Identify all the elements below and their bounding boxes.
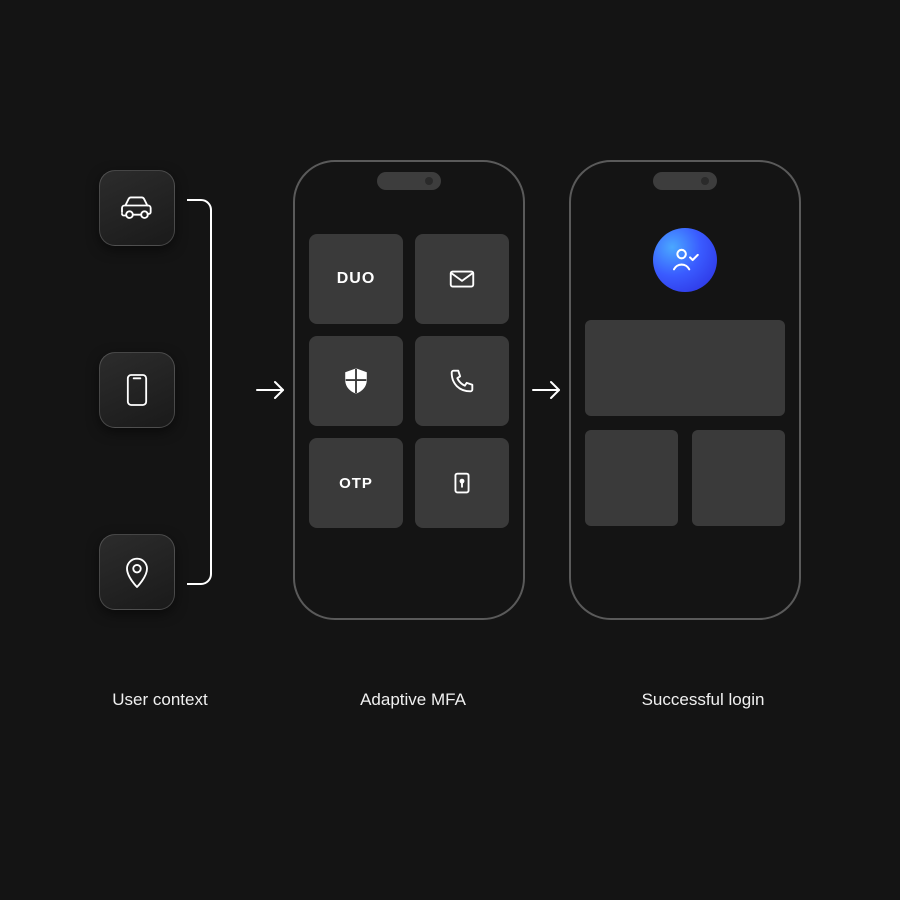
mfa-tile-phone-call xyxy=(415,336,509,426)
duo-icon: DUO xyxy=(337,270,376,288)
user-check-icon xyxy=(668,243,702,277)
arrow-right-icon xyxy=(255,378,287,402)
phone-notch xyxy=(377,172,441,190)
otp-icon: OTP xyxy=(339,475,373,492)
mail-icon xyxy=(447,264,477,294)
label-successful-login: Successful login xyxy=(569,690,837,710)
lock-key-icon xyxy=(447,468,477,498)
phone-call-icon xyxy=(447,366,477,396)
shield-icon xyxy=(341,366,371,396)
location-pin-icon xyxy=(117,552,157,592)
context-bracket xyxy=(187,198,215,586)
phone-success xyxy=(569,160,801,620)
mfa-tile-email xyxy=(415,234,509,324)
context-tile-location xyxy=(99,534,175,610)
mfa-tile-shield xyxy=(309,336,403,426)
arrow-1 xyxy=(249,378,293,402)
success-body xyxy=(585,228,785,526)
context-tile-car xyxy=(99,170,175,246)
arrow-right-icon xyxy=(531,378,563,402)
success-avatar xyxy=(653,228,717,292)
phone-device-icon xyxy=(117,370,157,410)
mfa-tile-duo: DUO xyxy=(309,234,403,324)
arrow-2 xyxy=(525,378,569,402)
mfa-grid: DUO OTP xyxy=(309,234,509,528)
mfa-tile-lock-key xyxy=(415,438,509,528)
labels-row: User context Adaptive MFA Successful log… xyxy=(0,690,900,710)
car-icon xyxy=(117,188,157,228)
mfa-tile-otp: OTP xyxy=(309,438,403,528)
placeholder-block xyxy=(692,430,785,526)
placeholder-stack xyxy=(585,320,785,526)
label-user-context: User context xyxy=(63,690,257,710)
user-context-column xyxy=(99,170,249,610)
placeholder-block xyxy=(585,430,678,526)
context-tile-phone xyxy=(99,352,175,428)
placeholder-block xyxy=(585,320,785,416)
label-adaptive-mfa: Adaptive MFA xyxy=(257,690,569,710)
diagram-stage: DUO OTP xyxy=(0,160,900,620)
phone-notch xyxy=(653,172,717,190)
phone-mfa: DUO OTP xyxy=(293,160,525,620)
